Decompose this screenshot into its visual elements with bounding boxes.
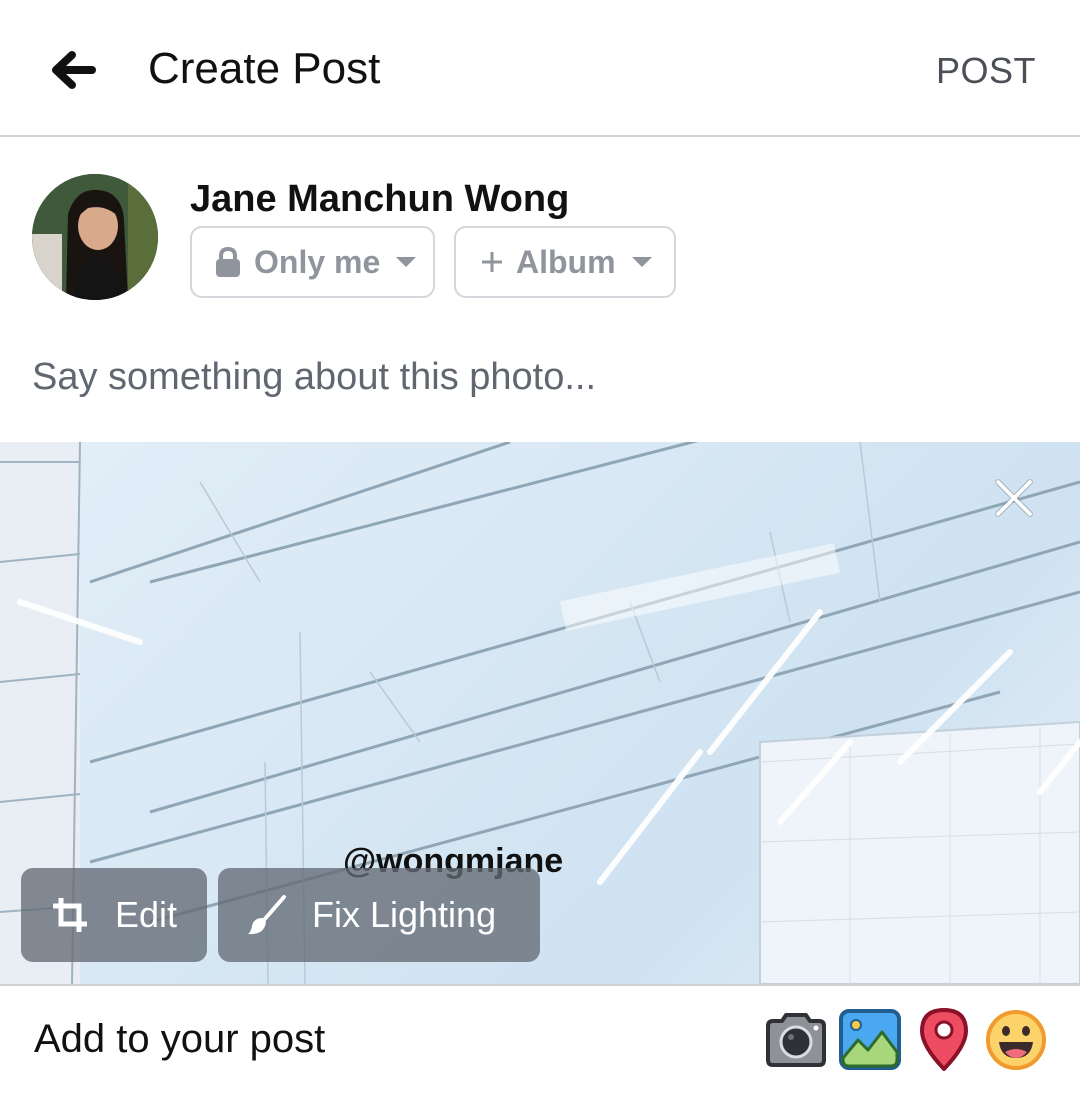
feeling-button[interactable] bbox=[984, 1006, 1048, 1072]
arrow-left-icon bbox=[52, 51, 96, 89]
profile-photo bbox=[32, 174, 158, 300]
add-photo-button[interactable] bbox=[838, 1006, 902, 1072]
post-button[interactable]: POST bbox=[936, 50, 1036, 92]
crop-icon bbox=[53, 898, 87, 932]
remove-photo-button[interactable] bbox=[994, 478, 1034, 518]
lock-icon bbox=[216, 246, 240, 277]
fix-lighting-label: Fix Lighting bbox=[312, 894, 497, 935]
location-pin-icon bbox=[920, 1008, 968, 1071]
header: Create Post POST bbox=[0, 0, 1080, 137]
privacy-label: Only me bbox=[254, 243, 381, 280]
chevron-down-icon bbox=[631, 257, 652, 267]
chevron-down-icon bbox=[396, 257, 417, 267]
post-text-input[interactable] bbox=[32, 356, 1032, 399]
camera-icon bbox=[766, 1013, 826, 1067]
album-selector[interactable]: Album bbox=[454, 226, 676, 298]
edit-photo-button[interactable]: Edit bbox=[21, 868, 207, 962]
divider bbox=[0, 984, 1080, 986]
camera-button[interactable] bbox=[764, 1006, 828, 1072]
author-name[interactable]: Jane Manchun Wong bbox=[190, 178, 569, 221]
privacy-selector[interactable]: Only me bbox=[190, 226, 435, 298]
smiley-icon bbox=[986, 1010, 1046, 1070]
fix-lighting-button[interactable]: Fix Lighting bbox=[218, 868, 540, 962]
page-title: Create Post bbox=[148, 44, 381, 93]
album-label: Album bbox=[516, 243, 616, 280]
avatar[interactable] bbox=[32, 174, 158, 300]
plus-icon bbox=[482, 252, 502, 272]
check-in-button[interactable] bbox=[912, 1006, 976, 1072]
close-icon bbox=[995, 479, 1033, 517]
brush-icon bbox=[248, 895, 286, 935]
edit-label: Edit bbox=[115, 894, 178, 935]
add-to-post-label: Add to your post bbox=[34, 1017, 326, 1061]
back-button[interactable] bbox=[48, 48, 100, 92]
photo-icon bbox=[839, 1009, 901, 1070]
